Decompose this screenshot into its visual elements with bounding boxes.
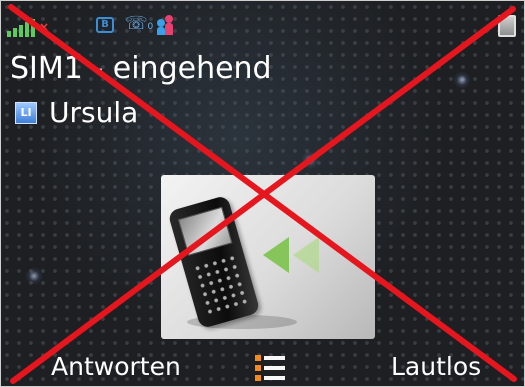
battery-icon — [498, 12, 516, 37]
call-status-title: SIM1 - eingehend — [10, 51, 272, 86]
signal-strength-icon — [7, 19, 35, 37]
contacts-icon — [157, 15, 179, 35]
sim-card-icon: B — [96, 17, 114, 33]
incoming-arrow-icon — [263, 237, 289, 273]
menu-list-icon[interactable] — [255, 355, 285, 381]
softkey-bar: Antworten Lautlos — [1, 347, 524, 386]
contact-card-icon: LI — [15, 102, 37, 124]
background-sparkle — [453, 71, 471, 89]
silent-button[interactable]: Lautlos — [391, 351, 481, 383]
caller-picture — [161, 175, 375, 339]
no-connection-x-icon: × — [39, 20, 50, 34]
answer-button[interactable]: Antworten — [51, 351, 181, 383]
missed-call-glyph: ☏ — [125, 13, 148, 34]
background-sparkle — [25, 267, 43, 285]
incoming-call-screen: × B ☏0 SIM1 - eingehend LI Ursula Antwor… — [0, 0, 525, 387]
background-sparkle — [301, 151, 319, 169]
phone-screen — [177, 206, 233, 256]
phone-keypad — [192, 253, 249, 316]
missed-call-icon: ☏0 — [125, 14, 153, 37]
missed-call-count-glyph: 0 — [147, 22, 154, 32]
caller-name: Ursula — [49, 96, 139, 129]
phone-handset-icon — [167, 194, 261, 330]
incoming-arrow-icon — [293, 237, 319, 273]
caller-row: LI Ursula — [15, 97, 138, 129]
status-bar: × B ☏0 — [1, 1, 524, 45]
